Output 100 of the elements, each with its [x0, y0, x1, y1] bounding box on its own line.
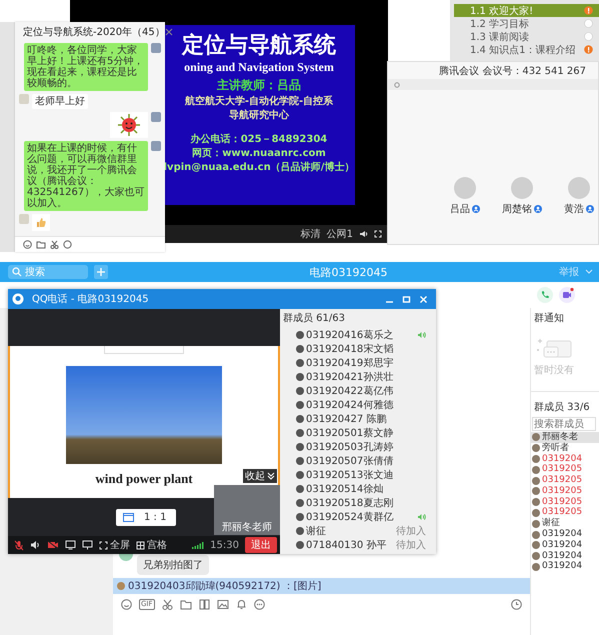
member-item[interactable]: 旁听者 — [531, 442, 599, 454]
scissors-icon[interactable] — [162, 599, 173, 610]
member-item[interactable]: 0319204 — [531, 550, 599, 562]
chevron-down-icon — [267, 472, 275, 480]
avatar-icon — [568, 177, 590, 199]
plus-icon[interactable] — [94, 265, 108, 279]
member-item[interactable]: 0319204 — [531, 540, 599, 551]
members-title: 群成员 61/63 — [283, 312, 346, 325]
message-bubble: 如果在上课的时候，有什么问题，可以再微信群里说，我还开了一个腾讯会议（腾讯会议：432541267），大家也可以加入。 — [24, 141, 148, 211]
avatar-icon — [19, 94, 29, 104]
member-name: 旁听者 — [542, 442, 569, 454]
member-item[interactable]: 0319205 — [531, 464, 599, 476]
user-badge-icon — [586, 205, 594, 213]
slide-caption: wind power plant — [95, 471, 193, 487]
member-item[interactable]: 0319204 — [531, 529, 599, 540]
member-name: 031920427 陈鹏 — [306, 413, 386, 426]
camera-off-icon[interactable] — [47, 540, 59, 550]
message-bubble: 老师早上好 — [32, 94, 88, 109]
members-title: 群成员 33/6 — [531, 391, 599, 414]
user-badge-icon — [534, 205, 542, 213]
member-name: 0319205 — [542, 486, 582, 497]
collapse-button[interactable]: 收起 — [243, 469, 277, 483]
member-name: 谢征 — [542, 518, 560, 529]
avatar-icon — [19, 214, 29, 224]
volume-icon[interactable] — [359, 230, 368, 238]
slide-text: 航空航天大学-自动化学院-自控系 — [184, 95, 334, 109]
maximize-icon[interactable] — [402, 294, 411, 304]
member-name: 031920514徐灿 — [306, 482, 384, 496]
clock-icon[interactable] — [511, 599, 522, 610]
member-search-field[interactable]: 搜索群成员 — [532, 417, 596, 431]
video-icon[interactable] — [559, 287, 575, 303]
outline-item[interactable]: 1.3 课前阅读 — [454, 30, 599, 43]
member-name: 0319204 — [542, 550, 582, 561]
more-icon[interactable] — [254, 599, 265, 610]
member-name: 071840130 孙平 — [306, 539, 386, 552]
emoji-icon[interactable] — [121, 599, 132, 610]
member-name: 谢征 — [306, 524, 326, 538]
member-item[interactable]: 0319205 — [531, 475, 599, 486]
expand-icon — [99, 540, 108, 550]
member-status: 待加入 — [396, 538, 426, 552]
outline-item[interactable]: 1.4 知识点1：课程介绍 — [454, 43, 599, 56]
member-item[interactable]: 谢征 — [531, 518, 599, 530]
fullscreen-button[interactable]: 全屏 — [99, 538, 130, 552]
grid-button[interactable]: 宫格 — [136, 538, 167, 552]
slide-text: oning and Navigation System — [184, 59, 334, 75]
search-icon — [12, 267, 22, 277]
member-name: 031920424何雅德 — [306, 399, 394, 412]
member-name: 0319204 — [542, 561, 582, 572]
member-item[interactable]: 0319204 — [531, 454, 599, 464]
image-icon[interactable] — [216, 599, 229, 610]
member-name: 031920422葛亿伟 — [306, 384, 394, 398]
slide-text: 办公电话：025－84892304 — [190, 133, 328, 147]
member-item[interactable]: 0319204 — [531, 562, 599, 572]
whiteboard-icon[interactable] — [82, 540, 93, 550]
phone-icon[interactable] — [537, 287, 553, 303]
member-name: 031920524黄群亿 — [306, 510, 394, 524]
speaker-icon[interactable] — [30, 540, 41, 550]
slide-text: lvpin@nuaa.edu.cn（吕品讲师/博士） — [164, 161, 354, 175]
camera-icon — [12, 293, 24, 305]
screen-share-icon[interactable] — [65, 540, 76, 550]
exit-button[interactable]: 退出 — [245, 537, 277, 553]
notice-title: 群通知 — [533, 312, 565, 325]
member-item[interactable]: 0319205 — [531, 496, 599, 508]
ratio-button[interactable]: 1 : 1 — [116, 508, 176, 526]
emoji-icon[interactable] — [23, 240, 32, 249]
avatar-icon — [151, 141, 161, 151]
member-item[interactable]: 0319205 — [531, 486, 599, 497]
member-name: 0319205 — [542, 507, 582, 518]
avatar-icon — [117, 582, 125, 590]
document-icon[interactable] — [198, 599, 210, 610]
folder-icon[interactable] — [180, 599, 192, 610]
member-item[interactable]: 邢丽冬老 — [531, 432, 599, 443]
participant-name: 周楚铭 — [502, 202, 532, 216]
member-status: 待加入 — [396, 524, 426, 538]
member-name: 0319204 — [542, 529, 582, 540]
search-field[interactable]: 搜索 — [8, 265, 88, 279]
quality-button[interactable]: 标清 — [300, 227, 321, 241]
outline-item[interactable]: 1.2 学习目标 — [454, 17, 599, 30]
member-name: 031920419郑思宇 — [306, 356, 394, 370]
signal-icon — [192, 541, 204, 549]
close-icon[interactable] — [164, 28, 173, 36]
folder-icon[interactable] — [36, 240, 46, 249]
call-time: 15:30 — [210, 540, 239, 550]
microphone-muted-icon[interactable] — [14, 540, 24, 550]
participant-name: 吕品 — [450, 203, 470, 216]
fullscreen-icon[interactable] — [374, 230, 382, 238]
member-name: 邢丽冬老 — [542, 432, 578, 442]
avatar-icon — [454, 177, 476, 199]
member-item[interactable]: 0319205 — [531, 508, 599, 518]
member-name: 031920416葛乐之 — [306, 328, 394, 342]
scissors-icon[interactable] — [50, 240, 59, 249]
avatar-icon — [151, 112, 161, 122]
member-name: 031920507张倩倩 — [306, 454, 394, 468]
member-name: 0319204 — [542, 540, 582, 551]
line-button[interactable]: 公网1 — [326, 227, 353, 241]
member-name: 0319205 — [542, 464, 582, 475]
window-title: QQ电话 - 电路03192045 — [32, 292, 149, 306]
reply-text: 031920403邱勖瑋(940592172) ：[图片] — [128, 580, 322, 593]
bell-icon[interactable] — [236, 599, 247, 610]
chat-title: 电路03192045 — [308, 264, 388, 280]
